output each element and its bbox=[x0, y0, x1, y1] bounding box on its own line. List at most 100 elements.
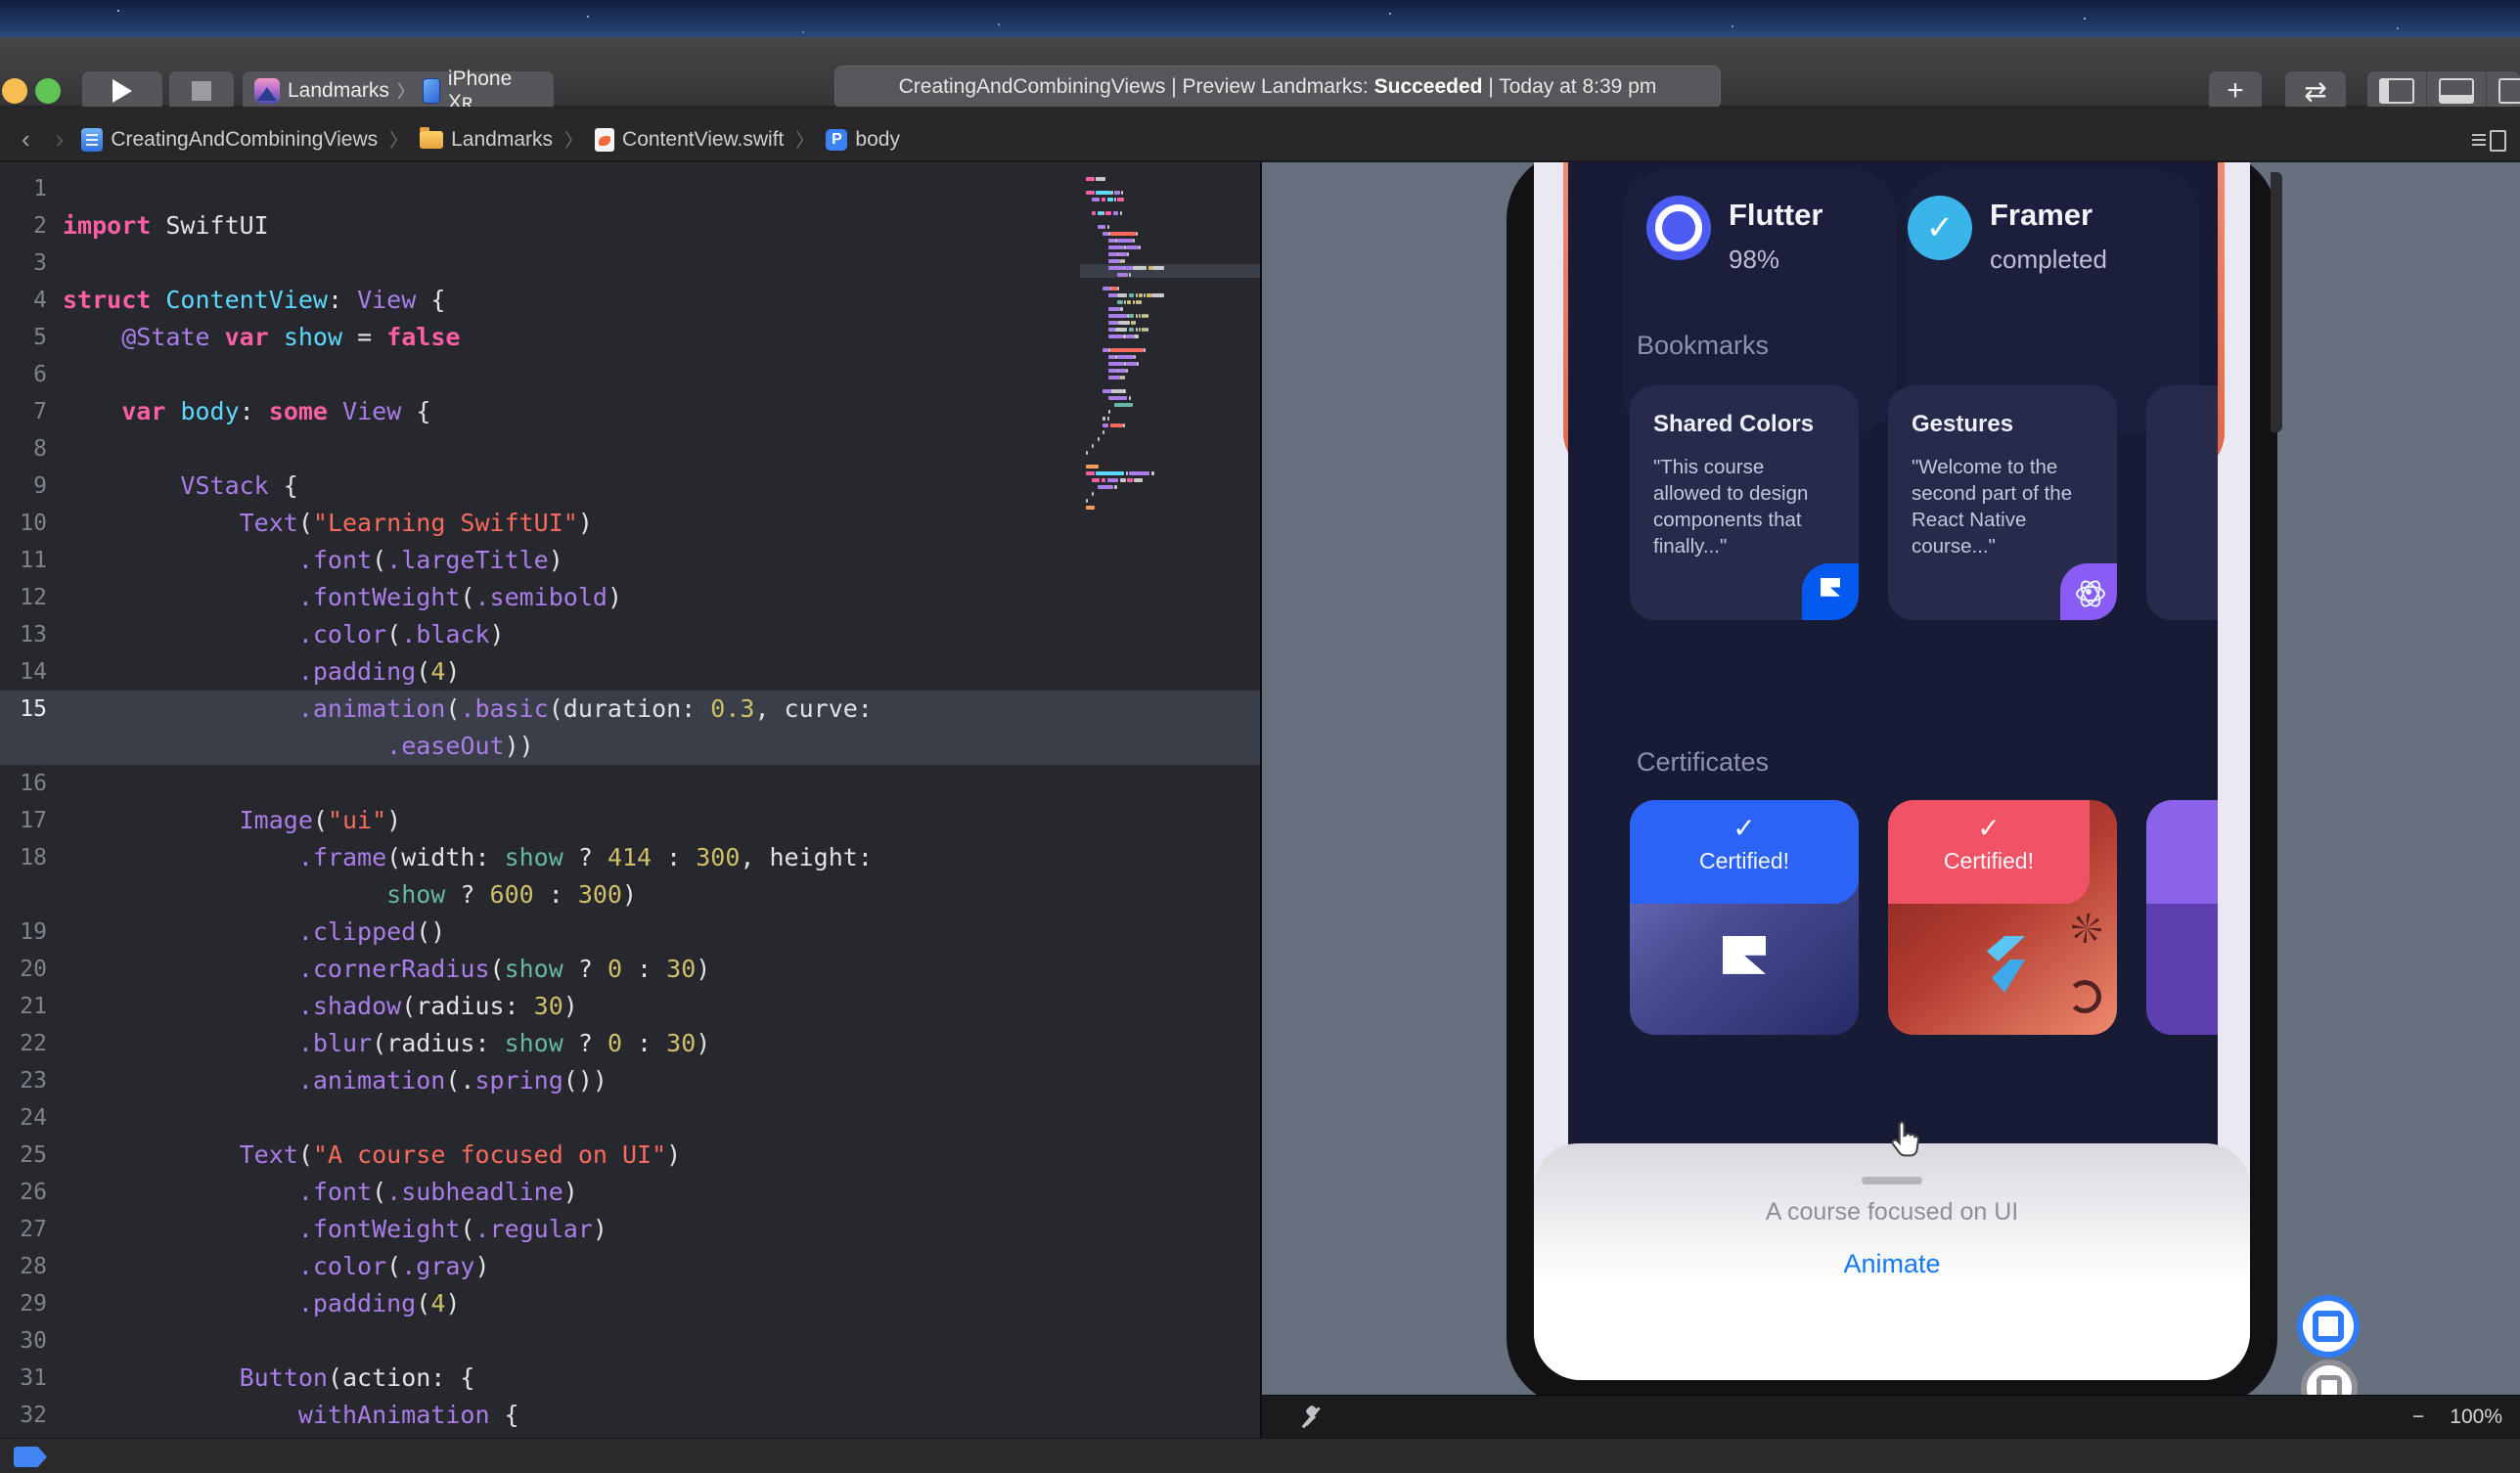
iphone-screen[interactable]: Flutter 98% ✓ Framer completed Bookmarks… bbox=[1534, 162, 2250, 1380]
code-line[interactable]: 6 bbox=[0, 356, 1262, 393]
code-line[interactable]: 5 @State var show = false bbox=[0, 319, 1262, 356]
code-line[interactable]: 16 bbox=[0, 765, 1262, 802]
certified-banner: ✓ Certified! bbox=[1888, 800, 2090, 904]
editor-options-button[interactable] bbox=[2472, 130, 2506, 152]
code-line[interactable]: 17 Image("ui") bbox=[0, 802, 1262, 839]
stat-name: Flutter bbox=[1729, 198, 1822, 233]
code-line[interactable]: 30 bbox=[0, 1322, 1262, 1360]
animate-button[interactable]: Animate bbox=[1534, 1249, 2250, 1279]
code-line[interactable]: 28 .color(.gray) bbox=[0, 1248, 1262, 1285]
react-logo-icon bbox=[2060, 563, 2117, 620]
bookmark-card-shared-colors[interactable]: Shared Colors "This course allowed to de… bbox=[1630, 385, 1859, 620]
line-number: 31 bbox=[0, 1360, 63, 1397]
code-line[interactable]: 8 bbox=[0, 430, 1262, 468]
source-editor[interactable]: 12import SwiftUI34struct ContentView: Vi… bbox=[0, 162, 1262, 1438]
certificate-card-flutter[interactable]: ✓ Certified! bbox=[1888, 800, 2117, 1035]
zoom-button[interactable] bbox=[35, 78, 61, 104]
line-number: 5 bbox=[0, 319, 63, 356]
breadcrumb-separator: 〉 bbox=[795, 126, 814, 153]
bookmark-card-partial[interactable] bbox=[2146, 385, 2218, 620]
breadcrumb-group[interactable]: Landmarks bbox=[420, 128, 553, 152]
zoom-level[interactable]: 100% bbox=[2450, 1406, 2502, 1429]
back-button[interactable]: ‹ bbox=[14, 124, 38, 155]
iphone-icon bbox=[423, 78, 440, 104]
toggle-inspector-button[interactable] bbox=[2487, 71, 2520, 111]
refresh-icon bbox=[2068, 980, 2101, 1013]
code-line[interactable]: 3 bbox=[0, 245, 1262, 282]
toggle-navigator-button[interactable] bbox=[2367, 71, 2427, 111]
spinner-icon bbox=[2072, 914, 2101, 943]
code-line[interactable]: 4struct ContentView: View { bbox=[0, 282, 1262, 319]
swap-icon: ⇄ bbox=[2304, 75, 2326, 108]
bottom-panel-icon bbox=[2439, 78, 2474, 104]
bookmark-card-gestures[interactable]: Gestures "Welcome to the second part of … bbox=[1888, 385, 2117, 620]
code-line[interactable]: 9 VStack { bbox=[0, 468, 1262, 505]
certificate-card-partial[interactable] bbox=[2146, 800, 2218, 1035]
code-line[interactable]: 32 withAnimation { bbox=[0, 1397, 1262, 1434]
stars bbox=[117, 10, 119, 12]
code-line[interactable]: 27 .fontWeight(.regular) bbox=[0, 1211, 1262, 1248]
card-body: "This course allowed to design component… bbox=[1653, 454, 1835, 559]
toggle-debug-area-button[interactable] bbox=[2427, 71, 2487, 111]
zoom-out-button[interactable]: − bbox=[2412, 1406, 2424, 1429]
forward-button[interactable]: › bbox=[48, 124, 72, 155]
code-line[interactable]: 22 .blur(radius: show ? 0 : 30) bbox=[0, 1025, 1262, 1062]
line-number: 12 bbox=[0, 579, 63, 616]
code-line[interactable]: 12 .fontWeight(.semibold) bbox=[0, 579, 1262, 616]
stop-icon bbox=[192, 81, 211, 101]
breadcrumb-file[interactable]: ContentView.swift bbox=[595, 128, 784, 152]
main-area: 12import SwiftUI34struct ContentView: Vi… bbox=[0, 162, 2520, 1438]
code-text[interactable]: 12import SwiftUI34struct ContentView: Vi… bbox=[0, 170, 1262, 1434]
card-title: Shared Colors bbox=[1653, 411, 1835, 438]
swap-editors-button[interactable]: ⇄ bbox=[2285, 71, 2346, 111]
swift-file-icon bbox=[595, 128, 614, 152]
scheme-selector[interactable]: Landmarks 〉 iPhone Xʀ bbox=[243, 71, 554, 111]
code-line[interactable]: 2import SwiftUI bbox=[0, 207, 1262, 245]
code-line[interactable]: 29 .padding(4) bbox=[0, 1285, 1262, 1322]
stop-button[interactable] bbox=[169, 71, 234, 111]
code-line[interactable]: show ? 600 : 300) bbox=[0, 876, 1262, 914]
app-icon bbox=[254, 78, 280, 104]
line-number: 20 bbox=[0, 951, 63, 988]
code-line[interactable]: 11 .font(.largeTitle) bbox=[0, 542, 1262, 579]
activity-status: CreatingAndCombiningViews | Preview Land… bbox=[834, 66, 1721, 109]
line-number: 19 bbox=[0, 914, 63, 951]
code-line[interactable]: 20 .cornerRadius(show ? 0 : 30) bbox=[0, 951, 1262, 988]
code-line[interactable]: 1 bbox=[0, 170, 1262, 207]
add-editor-button[interactable]: + bbox=[2209, 71, 2262, 111]
editor-options-pane-icon bbox=[2490, 130, 2506, 152]
drag-handle[interactable] bbox=[1862, 1177, 1922, 1184]
line-number: 7 bbox=[0, 393, 63, 430]
flutter-logo-icon bbox=[1980, 936, 2025, 993]
pin-preview-icon[interactable] bbox=[1297, 1404, 1325, 1431]
code-line[interactable]: 15 .animation(.basic(duration: 0.3, curv… bbox=[0, 691, 1262, 728]
breakpoint-icon[interactable] bbox=[14, 1447, 47, 1467]
breadcrumb-symbol[interactable]: P body bbox=[826, 128, 900, 152]
code-line[interactable]: 18 .frame(width: show ? 414 : 300, heigh… bbox=[0, 839, 1262, 876]
run-button[interactable] bbox=[82, 71, 162, 111]
code-line[interactable]: 14 .padding(4) bbox=[0, 653, 1262, 691]
line-number: 25 bbox=[0, 1137, 63, 1174]
code-line[interactable]: 10 Text("Learning SwiftUI") bbox=[0, 505, 1262, 542]
code-line[interactable]: 19 .clipped() bbox=[0, 914, 1262, 951]
code-line[interactable]: 7 var body: some View { bbox=[0, 393, 1262, 430]
check-circle-icon: ✓ bbox=[1908, 196, 1972, 260]
minimize-button[interactable] bbox=[2, 78, 27, 104]
bottom-sheet: A course focused on UI Animate bbox=[1534, 1143, 2250, 1380]
code-line[interactable]: 21 .shadow(radius: 30) bbox=[0, 988, 1262, 1025]
code-line[interactable]: .easeOut)) bbox=[0, 728, 1262, 765]
iphone-device-frame: Flutter 98% ✓ Framer completed Bookmarks… bbox=[1507, 162, 2277, 1406]
code-line[interactable]: 24 bbox=[0, 1099, 1262, 1137]
code-line[interactable]: 23 .animation(.spring()) bbox=[0, 1062, 1262, 1099]
live-preview-button[interactable] bbox=[2297, 1295, 2360, 1358]
code-line[interactable]: 13 .color(.black) bbox=[0, 616, 1262, 653]
debug-bar bbox=[0, 1438, 2520, 1473]
code-line[interactable]: 26 .font(.subheadline) bbox=[0, 1174, 1262, 1211]
breadcrumb-project[interactable]: CreatingAndCombiningViews bbox=[81, 128, 378, 152]
line-number: 6 bbox=[0, 356, 63, 393]
certificate-card-framer[interactable]: ✓ Certified! bbox=[1630, 800, 1859, 1035]
code-line[interactable]: 31 Button(action: { bbox=[0, 1360, 1262, 1397]
desktop-wallpaper bbox=[0, 0, 2520, 37]
code-line[interactable]: 25 Text("A course focused on UI") bbox=[0, 1137, 1262, 1174]
editor-options-lines-icon bbox=[2472, 133, 2486, 149]
